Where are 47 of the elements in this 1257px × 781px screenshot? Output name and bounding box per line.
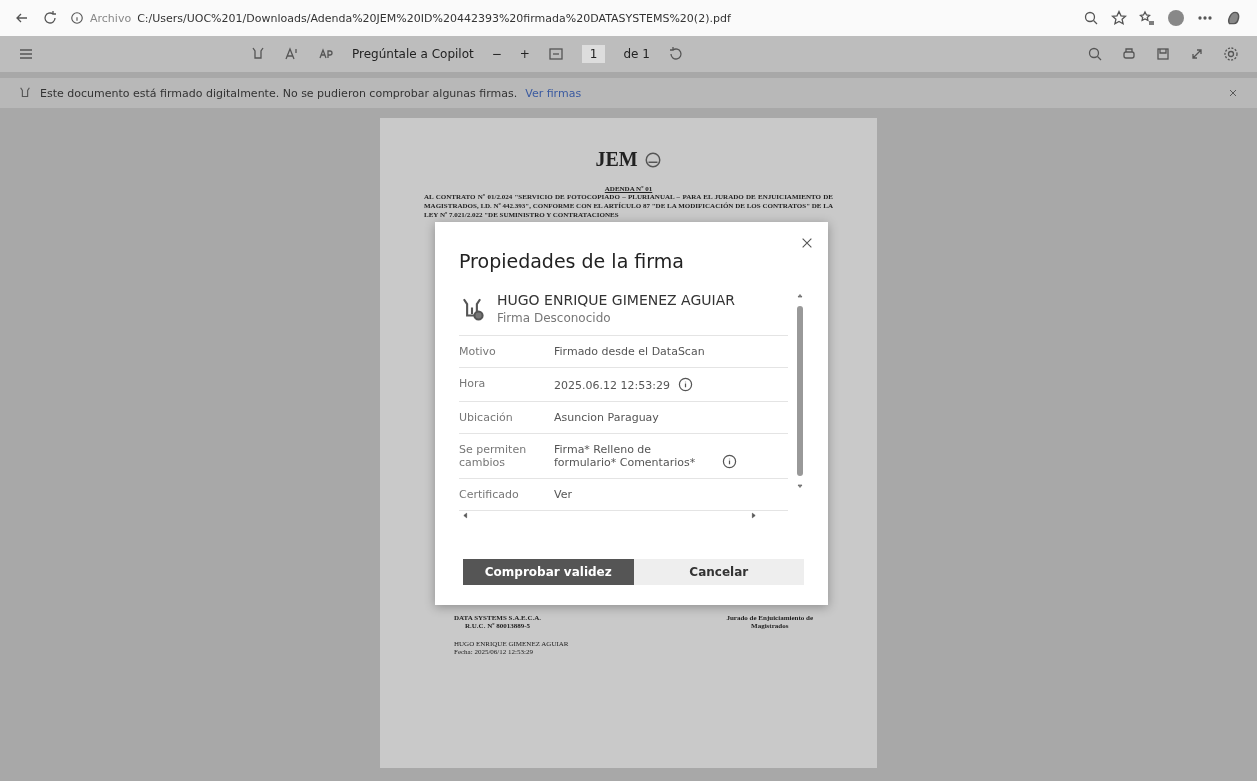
field-value[interactable]: Ver: [554, 488, 572, 501]
page-number-field[interactable]: 1: [581, 45, 606, 63]
scroll-right-icon[interactable]: [749, 511, 758, 520]
rotate-icon[interactable]: [667, 46, 684, 62]
field-value: Firmado desde el DataScan: [554, 345, 705, 358]
close-icon[interactable]: [800, 236, 814, 250]
scroll-left-icon[interactable]: [461, 511, 470, 520]
save-icon[interactable]: [1155, 46, 1171, 62]
field-label: Certificado: [459, 488, 520, 501]
field-label: Motivo: [459, 345, 497, 358]
emblem-icon: [643, 150, 662, 169]
menu-icon[interactable]: [18, 46, 34, 62]
fullscreen-icon[interactable]: [1189, 46, 1205, 62]
copilot-button[interactable]: Pregúntale a Copilot: [352, 47, 474, 61]
settings-icon[interactable]: [1223, 46, 1239, 62]
read-aloud-icon[interactable]: [284, 46, 300, 62]
favorites-icon[interactable]: [1139, 10, 1155, 26]
field-value: 2025.06.12 12:53:29: [554, 379, 670, 392]
field-value: Firma* Relleno de formulario* Comentarios*: [554, 443, 697, 469]
field-value: Asuncion Paraguay: [554, 411, 659, 424]
scroll-up-icon[interactable]: [796, 292, 804, 300]
infobar-message: Este documento está firmado digitalmente. No se pudieron comprobar algunas firmas.: [40, 86, 518, 100]
zoom-out-button[interactable]: −: [491, 47, 502, 61]
search-icon[interactable]: [1087, 46, 1103, 62]
info-icon: [70, 11, 84, 25]
signer-name: HUGO ENRIQUE GIMENEZ AGUIAR: [497, 292, 735, 308]
signature-status: Firma Desconocido: [497, 311, 612, 325]
address-prefix: Archivo: [90, 11, 132, 25]
zoom-icon[interactable]: [1083, 10, 1099, 26]
info-icon[interactable]: [677, 377, 693, 392]
url-text: C:/Users/UOC%201/Downloads/Adenda%20JEM%20ID%20442393%20firmada%20DATASYSTEMS%20(2).pdf: [137, 11, 731, 25]
reload-icon[interactable]: [42, 10, 58, 26]
zoom-in-button[interactable]: +: [519, 47, 530, 61]
field-label: Se permiten cambios: [459, 443, 528, 469]
dialog-title: Propiedades de la firma: [459, 250, 685, 272]
logo-text: JEM: [595, 148, 638, 171]
close-icon[interactable]: [1227, 87, 1239, 99]
star-icon[interactable]: [1111, 10, 1127, 26]
info-icon[interactable]: [722, 454, 737, 469]
print-icon[interactable]: [1121, 46, 1137, 62]
cancel-button[interactable]: Cancelar: [633, 559, 804, 585]
profile-avatar[interactable]: [1167, 9, 1185, 27]
validate-button[interactable]: Comprobar validez: [463, 559, 634, 585]
page-total: de 1: [623, 47, 650, 61]
field-label: Ubicación: [459, 411, 514, 424]
field-label: Hora: [459, 377, 487, 392]
scroll-down-icon[interactable]: [796, 482, 804, 490]
